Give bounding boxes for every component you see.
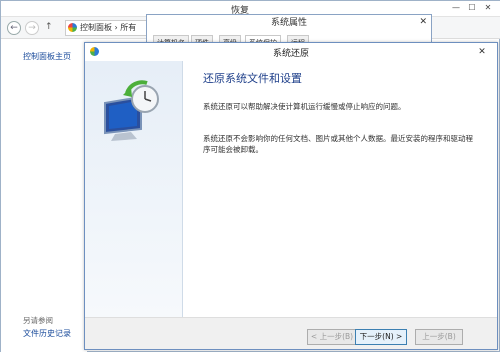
next-button[interactable]: 下一步(N) >: [355, 329, 407, 345]
sidebar-link-file-history[interactable]: 文件历史记录: [23, 328, 71, 339]
system-restore-dialog: 系统还原 ✕ 还原系统文件和设置 系统还原可以帮助解决使计算机运行缓慢或停止响应…: [84, 42, 498, 350]
back-button[interactable]: < 上一步(B): [307, 329, 357, 345]
close-button[interactable]: ✕: [481, 2, 495, 14]
restore-title: 系统还原: [272, 49, 309, 59]
minimize-button[interactable]: —: [449, 2, 463, 14]
sidebar: [1, 39, 87, 352]
restore-title-bar: 系统还原 ✕: [85, 43, 497, 61]
panel-divider: [182, 61, 183, 317]
restore-description-2: 系统还原不会影响你的任何文档、图片或其他个人数据。最近安装的程序和驱动程序可能会…: [203, 134, 473, 154]
close-button[interactable]: ✕: [471, 45, 493, 59]
back-button[interactable]: ←: [7, 21, 21, 35]
sidebar-link-home[interactable]: 控制面板主页: [23, 51, 71, 62]
restore-description-1: 系统还原可以帮助解决使计算机运行缓慢或停止响应的问题。: [203, 102, 406, 111]
explorer-window-controls: — ☐ ✕: [449, 2, 495, 14]
control-panel-icon: [68, 23, 77, 32]
cancel-button[interactable]: 上一步(B): [415, 329, 463, 345]
see-also-label: 另请参阅: [23, 316, 53, 325]
maximize-button[interactable]: ☐: [465, 2, 479, 14]
restore-heading: 还原系统文件和设置: [203, 72, 302, 85]
up-button[interactable]: ↑: [45, 22, 53, 32]
computer-restore-icon: [104, 80, 159, 141]
system-properties-title: 系统属性: [270, 18, 307, 28]
close-icon[interactable]: ✕: [419, 17, 427, 27]
forward-button[interactable]: →: [25, 21, 39, 35]
wizard-side-panel: [85, 61, 182, 317]
